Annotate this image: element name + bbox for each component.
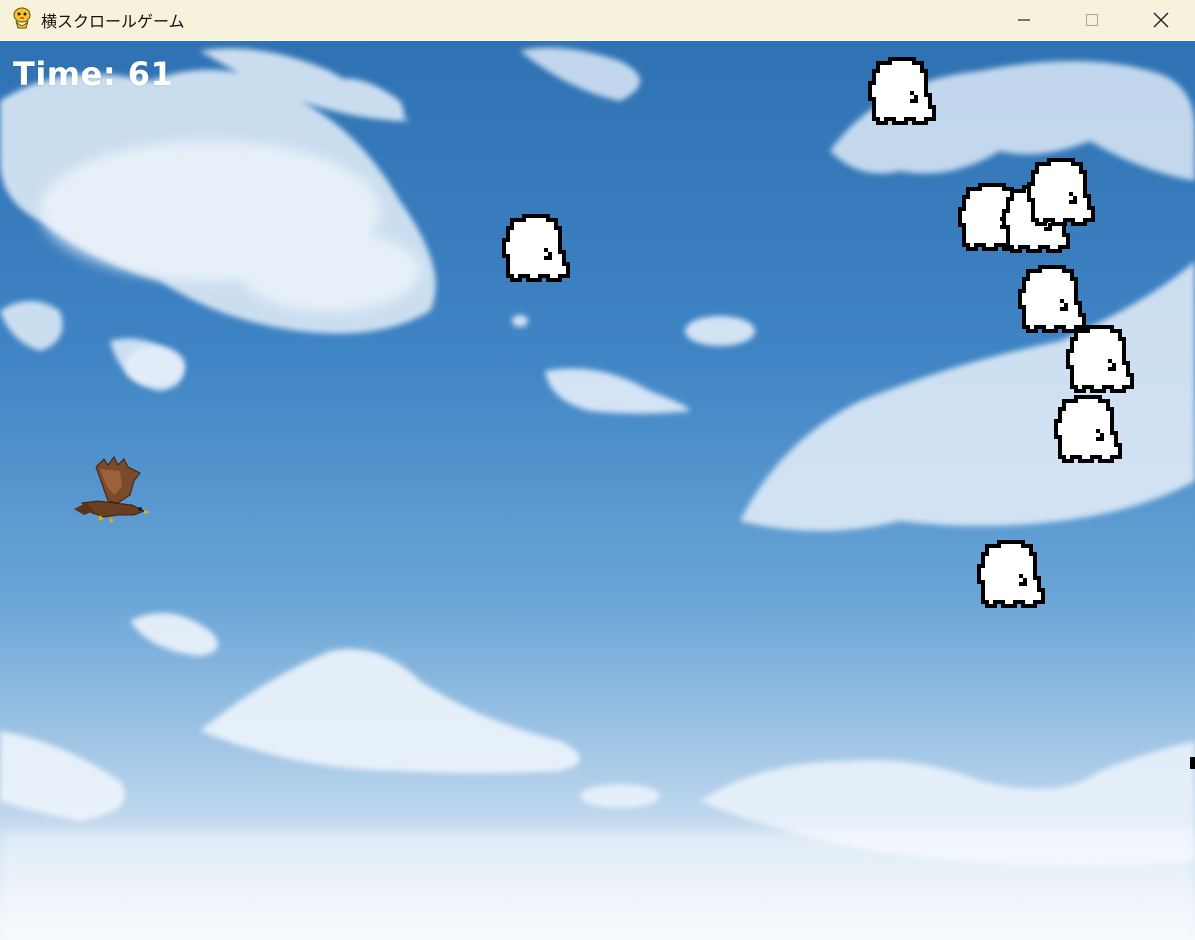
minimize-button[interactable]: [990, 0, 1058, 40]
maximize-icon: [1085, 13, 1099, 27]
minimize-icon: [1018, 19, 1030, 21]
window-titlebar: 横スクロールゲーム: [0, 0, 1195, 40]
maximize-button[interactable]: [1058, 0, 1126, 40]
ghost-enemy: [1064, 323, 1140, 399]
sky-background: [0, 41, 1195, 940]
ghost-enemy: [866, 55, 942, 131]
ghost-enemy: [500, 212, 576, 288]
ghost-enemy: [1025, 156, 1101, 232]
time-label: Time:: [13, 55, 117, 93]
close-button[interactable]: [1127, 0, 1195, 40]
player-hawk: [74, 455, 152, 525]
ghost-enemy: [975, 538, 1051, 614]
time-counter: Time: 61: [13, 55, 173, 93]
window-title: 横スクロールゲーム: [41, 12, 185, 31]
game-canvas[interactable]: Time: 61: [0, 41, 1195, 940]
time-value: 61: [127, 55, 174, 93]
python-app-icon: [11, 6, 33, 30]
close-icon: [1153, 12, 1169, 28]
ghost-enemy: [1052, 393, 1128, 469]
ghost-enemy-edge: [1190, 757, 1195, 769]
